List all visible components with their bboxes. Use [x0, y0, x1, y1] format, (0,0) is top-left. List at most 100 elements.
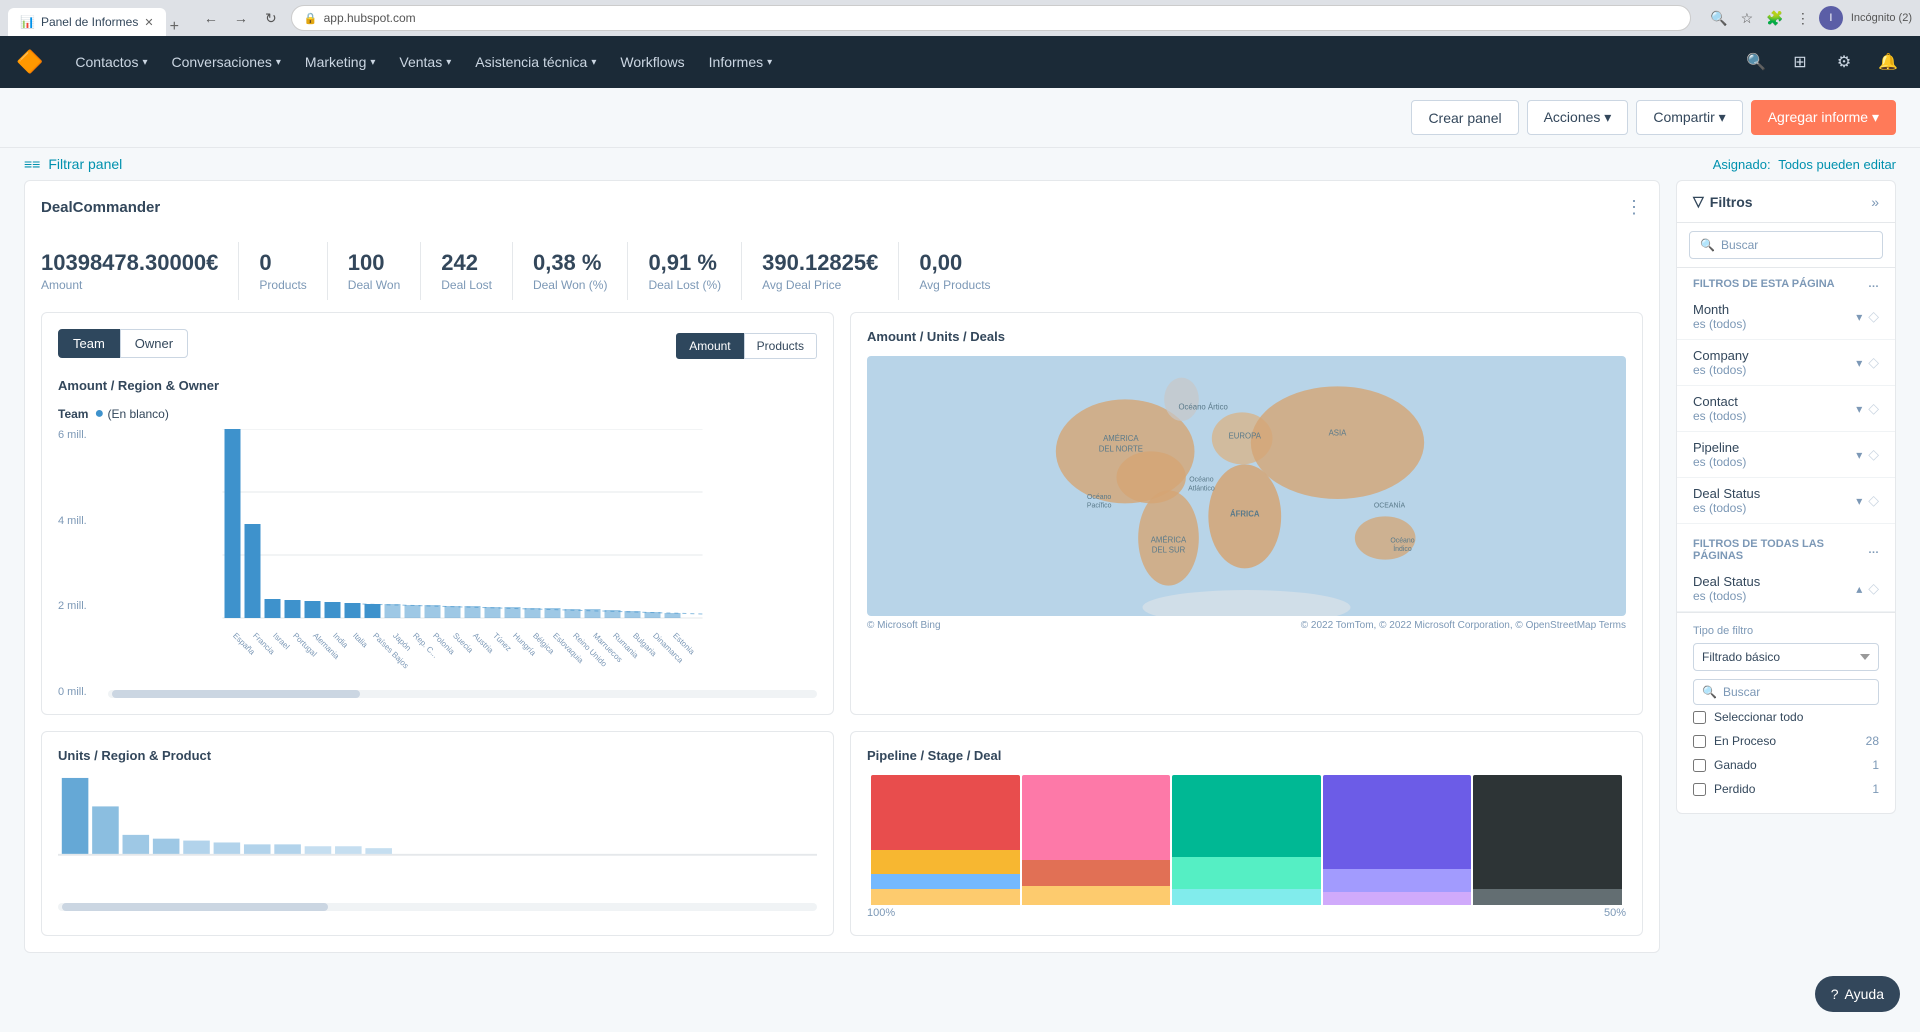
toggle-tab-products[interactable]: Products [744, 333, 817, 359]
filter-search-mini[interactable]: 🔍 Buscar [1693, 679, 1879, 705]
forward-button[interactable]: → [229, 6, 253, 30]
filter-item-month-left: Month es (todos) [1693, 302, 1856, 331]
filter-company-name: Company [1693, 348, 1856, 363]
chart1-scrollbar-track[interactable] [108, 690, 817, 698]
nav-informes[interactable]: Informes ▾ [697, 46, 785, 78]
filter-ganado-checkbox[interactable] [1693, 759, 1706, 772]
filter-contact-chevron[interactable]: ▾ [1856, 402, 1862, 416]
chart1-title: Amount / Region & Owner [58, 378, 817, 393]
pipeline-bar-3-seg3 [1172, 889, 1321, 905]
filter-deal-status-remove[interactable]: ◇ [1868, 492, 1879, 509]
filter-contact-remove[interactable]: ◇ [1868, 400, 1879, 417]
toggle-tab-amount[interactable]: Amount [676, 333, 743, 359]
settings-button[interactable]: ⋮ [1791, 6, 1815, 30]
chart-tab-owner[interactable]: Owner [120, 329, 188, 358]
filter-deal-status-exp-value: es (todos) [1693, 589, 1856, 603]
x-axis-svg: España Francia Israel Portugal Alemania … [108, 622, 817, 682]
bookmark-button[interactable]: ☆ [1735, 6, 1759, 30]
help-button[interactable]: ? Ayuda [1815, 976, 1900, 1012]
pipeline-bar-5-seg1 [1473, 775, 1622, 889]
filter-pipeline-remove[interactable]: ◇ [1868, 446, 1879, 463]
filter-company-chevron[interactable]: ▾ [1856, 356, 1862, 370]
filter-option-en-proceso[interactable]: En Proceso 28 [1693, 729, 1879, 753]
assigned-value[interactable]: Todos pueden editar [1778, 157, 1896, 172]
browser-tab-active[interactable]: 📊 Panel de Informes ✕ [8, 8, 166, 36]
stat-avg-deal-price-label: Avg Deal Price [762, 278, 878, 292]
settings-nav-button[interactable]: ⚙ [1828, 46, 1860, 78]
refresh-button[interactable]: ↻ [259, 6, 283, 30]
nav-contactos[interactable]: Contactos ▾ [63, 46, 159, 78]
chart3-svg [58, 740, 817, 930]
pipeline-bar-2-seg3 [1022, 886, 1171, 906]
assigned-label: Asignado: Todos pueden editar [1713, 157, 1896, 172]
nav-workflows-label: Workflows [620, 54, 684, 70]
tab-close-btn[interactable]: ✕ [144, 16, 153, 29]
search-nav-button[interactable]: 🔍 [1740, 46, 1772, 78]
filter-select-all-option[interactable]: Seleccionar todo [1693, 705, 1879, 729]
filter-search-input[interactable]: 🔍 Buscar [1689, 231, 1883, 259]
filter-panel-toggle[interactable]: ≡≡ Filtrar panel [24, 156, 122, 172]
nav-ventas[interactable]: Ventas ▾ [387, 46, 463, 78]
nav-workflows[interactable]: Workflows [608, 46, 696, 78]
chart-tab-team[interactable]: Team [58, 329, 120, 358]
address-bar[interactable]: 🔒 app.hubspot.com [291, 5, 1691, 31]
nav-marketing[interactable]: Marketing ▾ [293, 46, 388, 78]
widget-menu-button[interactable]: ⋮ [1625, 197, 1643, 218]
create-panel-button[interactable]: Crear panel [1411, 100, 1518, 135]
extension-button[interactable]: 🧩 [1763, 6, 1787, 30]
new-tab-button[interactable]: + [166, 18, 183, 36]
chart1-legend: Team ● (En blanco) [58, 405, 817, 423]
apps-button[interactable]: ⊞ [1784, 46, 1816, 78]
filter-type-select[interactable]: Filtrado básico [1693, 643, 1879, 671]
pipeline-bar-1-seg2 [871, 850, 1020, 873]
filter-section-this-page-dots[interactable]: … [1868, 278, 1879, 290]
nav-conversaciones[interactable]: Conversaciones ▾ [159, 46, 292, 78]
profile-button[interactable]: I [1819, 6, 1843, 30]
pipeline-bar-4-seg3 [1323, 892, 1472, 905]
pipeline-bar-5 [1473, 775, 1622, 905]
stat-products-value: 0 [259, 250, 306, 276]
back-button[interactable]: ← [199, 6, 223, 30]
filter-item-contact-left: Contact es (todos) [1693, 394, 1856, 423]
pipeline-chart [867, 775, 1626, 905]
filter-select-all-checkbox[interactable] [1693, 711, 1706, 724]
filter-month-chevron[interactable]: ▾ [1856, 310, 1862, 324]
share-button[interactable]: Compartir ▾ [1636, 100, 1742, 135]
nav-contactos-chevron: ▾ [142, 57, 147, 68]
pipeline-y-100: 100% [867, 907, 895, 919]
filter-company-remove[interactable]: ◇ [1868, 354, 1879, 371]
notifications-button[interactable]: 🔔 [1872, 46, 1904, 78]
add-report-button[interactable]: Agregar informe ▾ [1751, 100, 1896, 135]
svg-text:Austria: Austria [471, 631, 495, 655]
filter-month-actions: ▾ ◇ [1856, 308, 1879, 325]
main-navigation: 🔶 Contactos ▾ Conversaciones ▾ Marketing… [0, 36, 1920, 88]
filter-perdido-checkbox[interactable] [1693, 783, 1706, 796]
filter-deal-status-actions: ▾ ◇ [1856, 492, 1879, 509]
filter-en-proceso-checkbox[interactable] [1693, 735, 1706, 748]
dashboard-widget-main: DealCommander ⋮ 10398478.30000€ Amount 0… [24, 180, 1660, 953]
filter-deal-status-name: Deal Status [1693, 486, 1856, 501]
filter-deal-status-exp-actions: ▴ ◇ [1856, 580, 1879, 597]
filter-pipeline-chevron[interactable]: ▾ [1856, 448, 1862, 462]
filter-option-perdido[interactable]: Perdido 1 [1693, 777, 1879, 801]
svg-text:ÁFRICA: ÁFRICA [1230, 509, 1260, 518]
filter-deal-status-exp-remove[interactable]: ◇ [1868, 580, 1879, 597]
filter-option-ganado[interactable]: Ganado 1 [1693, 753, 1879, 777]
actions-button[interactable]: Acciones ▾ [1527, 100, 1629, 135]
chart1-scrollbar-thumb[interactable] [112, 690, 360, 698]
filters-title: ▽ Filtros [1693, 193, 1753, 210]
pipeline-bar-5-seg2 [1473, 889, 1622, 905]
stat-deal-lost: 242 Deal Lost [421, 242, 513, 300]
filter-deal-status-exp-chevron[interactable]: ▴ [1856, 582, 1862, 596]
nav-asistencia-chevron: ▾ [591, 57, 596, 68]
pipeline-bar-1-seg1 [871, 775, 1020, 850]
y-label-2mill: 2 mill. [58, 600, 103, 612]
filter-month-remove[interactable]: ◇ [1868, 308, 1879, 325]
zoom-button[interactable]: 🔍 [1707, 6, 1731, 30]
pipeline-bar-3-seg2 [1172, 857, 1321, 890]
filters-expand-button[interactable]: » [1871, 194, 1879, 210]
nav-asistencia[interactable]: Asistencia técnica ▾ [463, 46, 608, 78]
filter-deal-status-chevron[interactable]: ▾ [1856, 494, 1862, 508]
filter-section-all-pages-dots[interactable]: … [1868, 544, 1879, 556]
chart-pipeline-stage: Pipeline / Stage / Deal [850, 731, 1643, 936]
